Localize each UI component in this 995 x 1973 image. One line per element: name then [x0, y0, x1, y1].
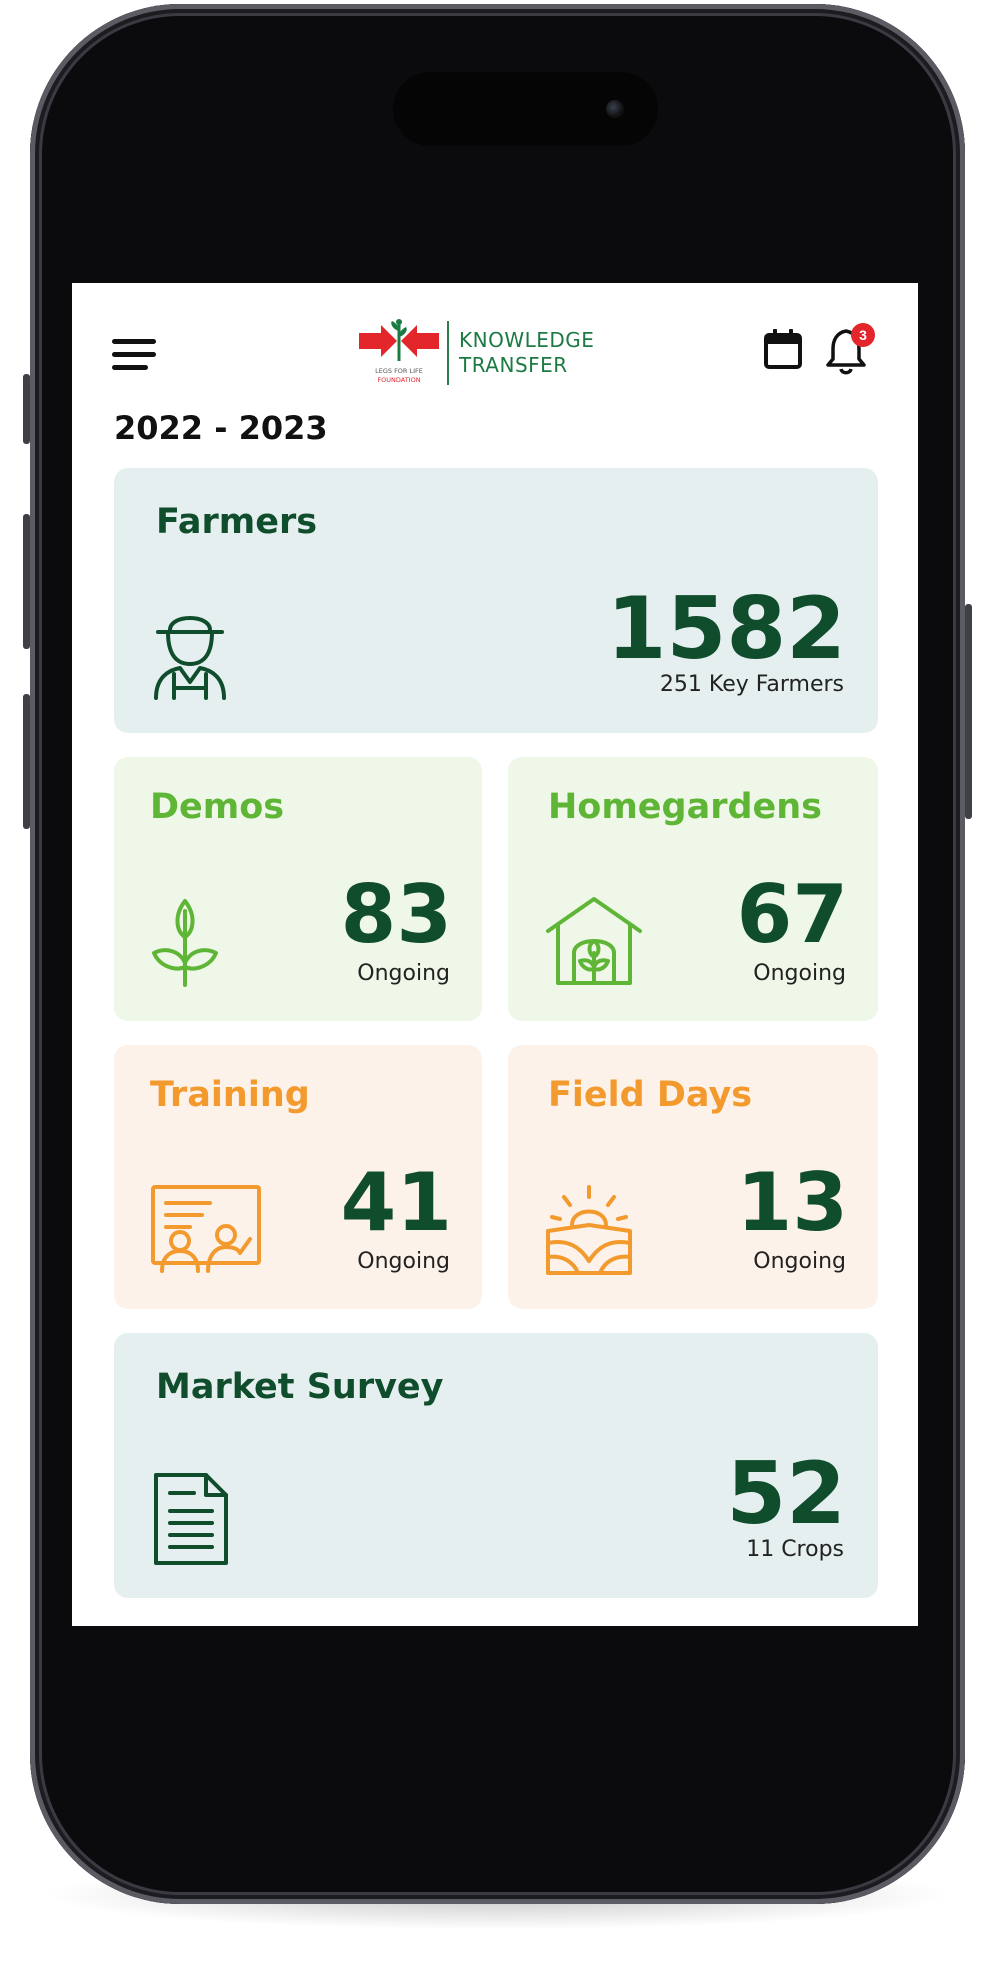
logo-title: KNOWLEDGE TRANSFER	[459, 328, 594, 378]
field-days-card[interactable]: Field Days 13 Ongoing	[508, 1045, 878, 1309]
logo-title-line1: KNOWLEDGE	[459, 328, 595, 352]
logo-title-line2: TRANSFER	[459, 353, 568, 377]
farmers-sub: 251 Key Farmers	[659, 672, 844, 697]
demos-value: 83	[340, 868, 452, 961]
homegardens-card[interactable]: Homegardens 67 Ongoing	[508, 757, 878, 1021]
logo-small-line1: LEGS FOR LIFE	[375, 367, 423, 375]
action-button	[23, 374, 30, 444]
logo-small-line2: FOUNDATION	[377, 376, 420, 384]
farmers-value: 1582	[606, 579, 846, 679]
market-survey-value: 52	[726, 1444, 846, 1544]
farmers-card[interactable]: Farmers 1582 251 Key Farmers	[114, 468, 878, 733]
bell-icon[interactable]: 3	[825, 323, 875, 377]
app-logo: LEGS FOR LIFE FOUNDATION KNOWLEDGE TRANS…	[359, 319, 629, 387]
sprout-icon	[152, 899, 218, 987]
farmers-title: Farmers	[156, 502, 318, 542]
demos-sub: Ongoing	[357, 961, 450, 986]
training-value: 41	[340, 1156, 452, 1249]
calendar-icon[interactable]	[763, 328, 803, 370]
document-icon	[154, 1473, 228, 1565]
homegardens-value: 67	[736, 868, 848, 961]
field-days-title: Field Days	[548, 1075, 753, 1115]
presentation-icon	[151, 1185, 261, 1273]
volume-down-button	[23, 694, 30, 829]
app-screen: LEGS FOR LIFE FOUNDATION KNOWLEDGE TRANS…	[72, 283, 918, 1626]
market-survey-sub: 11 Crops	[746, 1537, 844, 1562]
greenhouse-icon	[546, 897, 642, 985]
training-title: Training	[150, 1075, 310, 1115]
logo-emblem-icon: LEGS FOR LIFE FOUNDATION	[359, 319, 439, 384]
notification-badge: 3	[851, 323, 875, 347]
farmer-icon	[154, 616, 226, 700]
logo-divider	[447, 321, 449, 385]
homegardens-title: Homegardens	[548, 787, 823, 827]
market-survey-title: Market Survey	[156, 1367, 444, 1407]
menu-icon[interactable]	[112, 337, 158, 373]
field-days-value: 13	[736, 1156, 848, 1249]
demos-title: Demos	[150, 787, 285, 827]
homegardens-sub: Ongoing	[753, 961, 846, 986]
sunrise-field-icon	[546, 1185, 632, 1275]
dynamic-island	[393, 72, 658, 146]
volume-up-button	[23, 514, 30, 649]
demos-card[interactable]: Demos 83 Ongoing	[114, 757, 482, 1021]
front-camera	[606, 100, 624, 118]
power-button	[965, 604, 972, 819]
market-survey-card[interactable]: Market Survey 52 11 Crops	[114, 1333, 878, 1598]
field-days-sub: Ongoing	[753, 1249, 846, 1274]
period-label: 2022 - 2023	[114, 409, 328, 447]
training-card[interactable]: Training 41 Ongoing	[114, 1045, 482, 1309]
training-sub: Ongoing	[357, 1249, 450, 1274]
